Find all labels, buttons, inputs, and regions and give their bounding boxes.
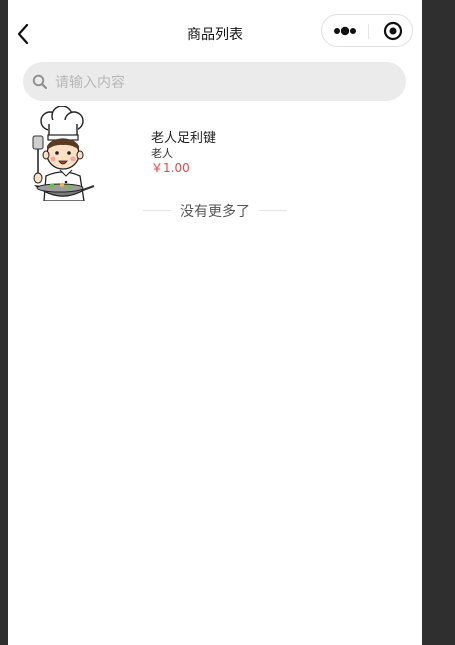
mini-program-capsule [321,14,413,47]
record-circle-icon [383,21,403,41]
search-input[interactable] [53,62,397,103]
chef-cartoon-image [32,105,95,202]
more-button[interactable] [322,15,368,46]
product-name: 老人足利键 [151,131,217,146]
product-list-item[interactable]: 老人足利键 老人 ￥1.00 [8,104,422,202]
no-more-indicator: 没有更多了 [8,200,422,220]
no-more-text: 没有更多了 [180,204,250,220]
product-image [22,105,102,202]
navigation-bar: 商品列表 [8,0,422,62]
divider-right [259,210,287,211]
product-price: ￥1.00 [151,161,190,175]
search-icon [32,74,47,89]
more-dots-icon [334,26,356,36]
close-mini-program-button[interactable] [369,15,413,46]
page: 商品列表 请输入内容 老人足利键 老人 ￥1.00 没有更多了 [8,0,422,645]
search-bar [23,62,406,103]
